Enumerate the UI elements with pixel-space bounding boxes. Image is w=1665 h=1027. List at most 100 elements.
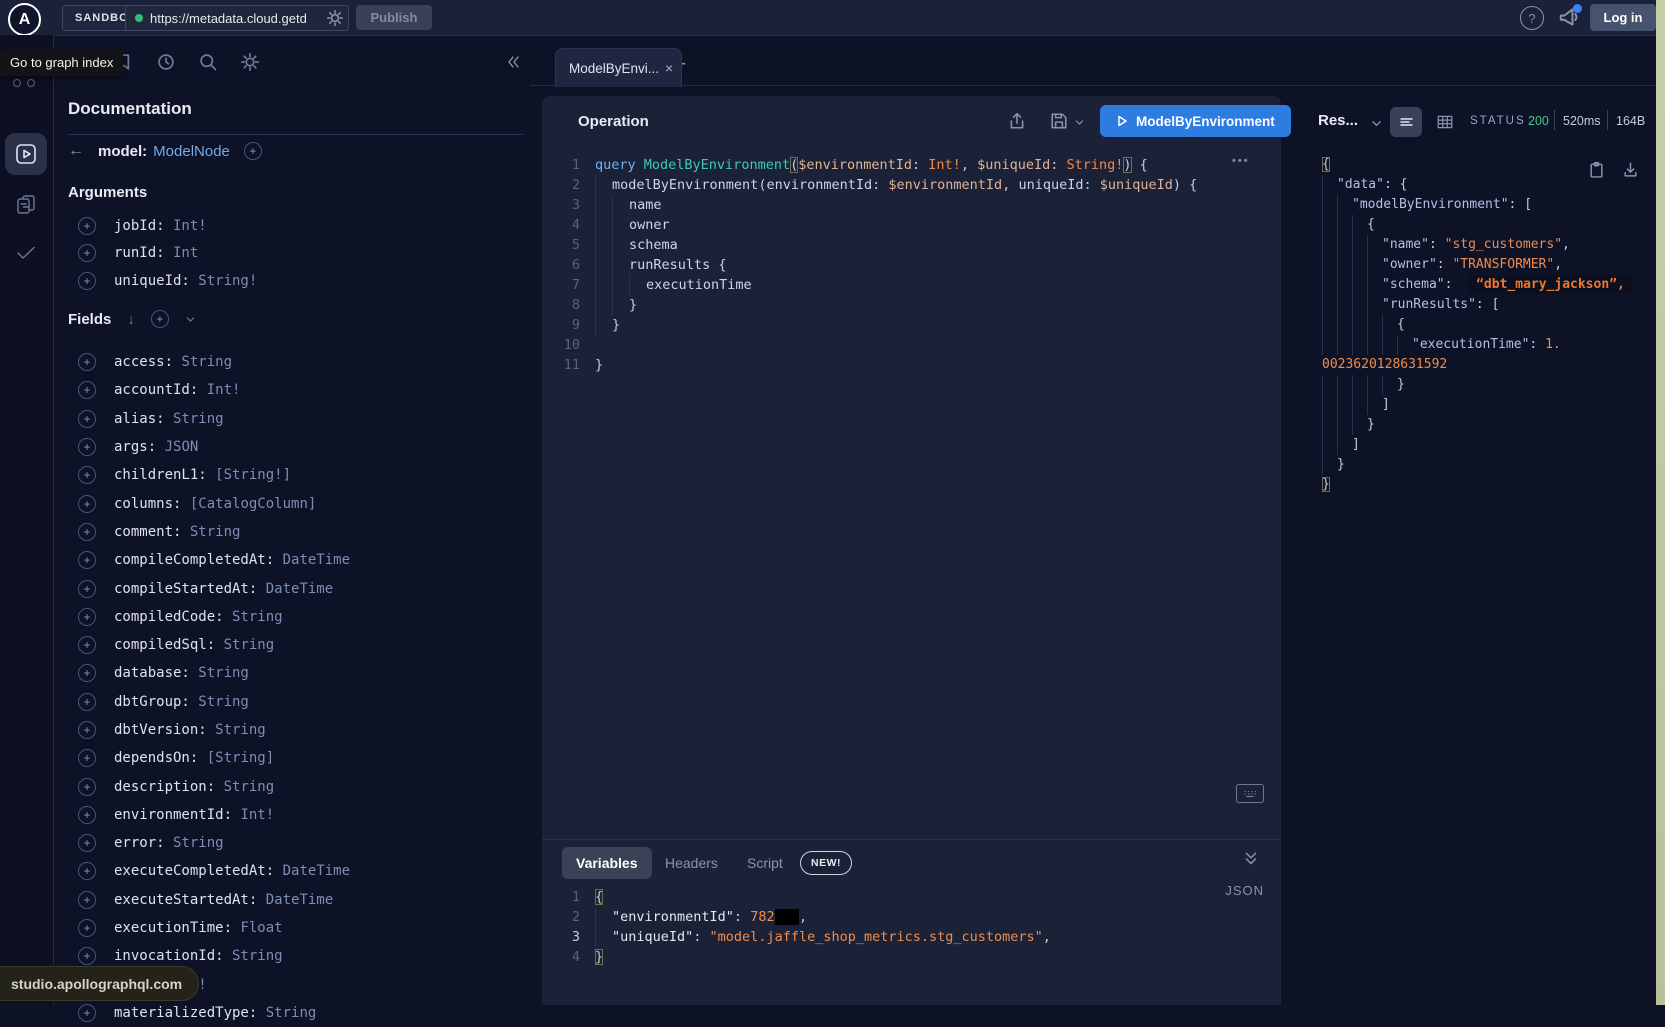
- save-icon[interactable]: [1050, 112, 1068, 130]
- field-type: String: [215, 779, 274, 795]
- add-field-button[interactable]: +: [78, 438, 96, 456]
- close-tab-icon[interactable]: ×: [665, 60, 673, 76]
- add-field-button[interactable]: +: [78, 919, 96, 937]
- field-row-database[interactable]: +database: String: [68, 659, 528, 687]
- add-field-button[interactable]: +: [78, 217, 96, 235]
- help-icon[interactable]: ?: [1520, 6, 1544, 30]
- announcements-icon[interactable]: [1558, 6, 1580, 28]
- add-field-button[interactable]: +: [78, 834, 96, 852]
- add-field-button[interactable]: +: [78, 551, 96, 569]
- model-type-link[interactable]: ModelNode: [153, 143, 230, 160]
- add-field-button[interactable]: +: [78, 778, 96, 796]
- code-line: 1query ModelByEnvironment($environmentId…: [552, 155, 1197, 175]
- model-label: model:: [98, 143, 147, 160]
- add-field-button[interactable]: +: [78, 636, 96, 654]
- add-field-button[interactable]: +: [78, 1004, 96, 1022]
- add-model-button[interactable]: +: [244, 142, 262, 160]
- field-name: jobId:: [114, 218, 165, 234]
- apollo-logo[interactable]: A: [8, 3, 41, 36]
- operation-menu-dots[interactable]: •••: [1232, 155, 1250, 167]
- field-row-columns[interactable]: +columns: [CatalogColumn]: [68, 489, 528, 517]
- argument-row-jobId[interactable]: +jobId: Int!: [68, 212, 528, 240]
- field-row-executionTime[interactable]: +executionTime: Float: [68, 914, 528, 942]
- line-number: 5: [552, 235, 580, 255]
- add-field-button[interactable]: +: [78, 353, 96, 371]
- sort-fields-icon[interactable]: ↓: [127, 311, 135, 328]
- response-dropdown-chevron-icon[interactable]: [1370, 117, 1383, 130]
- field-row-compiledSql[interactable]: +compiledSql: String: [68, 631, 528, 659]
- field-row-executeStartedAt[interactable]: +executeStartedAt: DateTime: [68, 886, 528, 914]
- field-row-comment[interactable]: +comment: String: [68, 518, 528, 546]
- add-field-button[interactable]: +: [78, 862, 96, 880]
- code-token: $uniqueId: [1100, 177, 1173, 193]
- code-token: "schema": [1382, 277, 1445, 292]
- field-row-compiledCode[interactable]: +compiledCode: String: [68, 603, 528, 631]
- checks-icon[interactable]: [15, 241, 37, 263]
- tab-script[interactable]: Script: [747, 855, 783, 871]
- field-row-accountId[interactable]: +accountId: Int!: [68, 376, 528, 404]
- variables-editor[interactable]: 1{2"environmentId": 782 ,3"uniqueId": "m…: [552, 887, 1051, 967]
- field-row-dependsOn[interactable]: +dependsOn: [String]: [68, 744, 528, 772]
- field-row-description[interactable]: +description: String: [68, 772, 528, 800]
- field-row-environmentId[interactable]: +environmentId: Int!: [68, 801, 528, 829]
- tab-headers[interactable]: Headers: [665, 855, 718, 871]
- add-field-button[interactable]: +: [78, 272, 96, 290]
- share-icon[interactable]: [1008, 112, 1026, 130]
- add-field-button[interactable]: +: [78, 410, 96, 428]
- field-row-dbtVersion[interactable]: +dbtVersion: String: [68, 716, 528, 744]
- add-field-button[interactable]: +: [78, 381, 96, 399]
- field-row-compileStartedAt[interactable]: +compileStartedAt: DateTime: [68, 574, 528, 602]
- add-fields-chevron-icon[interactable]: [185, 314, 196, 325]
- response-table-view-toggle[interactable]: [1436, 113, 1454, 131]
- add-field-button[interactable]: +: [78, 806, 96, 824]
- add-field-button[interactable]: +: [78, 608, 96, 626]
- add-all-fields-button[interactable]: +: [151, 310, 169, 328]
- argument-row-uniqueId[interactable]: +uniqueId: String!: [68, 267, 528, 295]
- add-field-button[interactable]: +: [78, 495, 96, 513]
- add-field-button[interactable]: +: [78, 891, 96, 909]
- field-row-access[interactable]: +access: String: [68, 348, 528, 376]
- keyboard-shortcuts-button[interactable]: [1236, 784, 1264, 803]
- field-row-alias[interactable]: +alias: String: [68, 405, 528, 433]
- settings-gear-icon[interactable]: [240, 52, 260, 72]
- history-icon[interactable]: [156, 52, 176, 72]
- field-type: String: [181, 524, 240, 540]
- add-field-button[interactable]: +: [78, 466, 96, 484]
- play-icon: [1116, 115, 1128, 127]
- response-text-view-toggle[interactable]: [1390, 107, 1422, 137]
- indent-guide: [1337, 395, 1352, 415]
- add-field-button[interactable]: +: [78, 244, 96, 262]
- field-row-error[interactable]: +error: String: [68, 829, 528, 857]
- field-row-compileCompletedAt[interactable]: +compileCompletedAt: DateTime: [68, 546, 528, 574]
- field-row-childrenL1[interactable]: +childrenL1: [String!]: [68, 461, 528, 489]
- argument-row-runId[interactable]: +runId: Int: [68, 240, 528, 268]
- field-row-args[interactable]: +args: JSON: [68, 433, 528, 461]
- operation-editor[interactable]: 1query ModelByEnvironment($environmentId…: [552, 155, 1197, 375]
- schema-icon[interactable]: [15, 157, 37, 179]
- add-field-button[interactable]: +: [78, 580, 96, 598]
- back-arrow-icon[interactable]: ←: [68, 142, 84, 160]
- collapse-variables-icon[interactable]: [1243, 850, 1259, 868]
- connection-settings-gear-icon[interactable]: [324, 9, 344, 27]
- add-field-button[interactable]: +: [78, 523, 96, 541]
- search-icon[interactable]: [198, 52, 218, 72]
- tab-modelbyenvironment[interactable]: ModelByEnvi... ×: [555, 48, 682, 87]
- add-field-button[interactable]: +: [78, 721, 96, 739]
- run-operation-button[interactable]: ModelByEnvironment: [1100, 105, 1291, 137]
- field-row-dbtGroup[interactable]: +dbtGroup: String: [68, 688, 528, 716]
- field-type: String: [173, 354, 232, 370]
- tab-variables[interactable]: Variables: [562, 847, 652, 879]
- add-field-button[interactable]: +: [78, 693, 96, 711]
- endpoint-url-input[interactable]: https://metadata.cloud.getd: [125, 5, 349, 31]
- field-row-executeCompletedAt[interactable]: +executeCompletedAt: DateTime: [68, 857, 528, 885]
- login-button[interactable]: Log in: [1590, 4, 1656, 31]
- field-row-materializedType[interactable]: +materializedType: String: [68, 999, 528, 1027]
- graph-index-icon[interactable]: [13, 79, 21, 87]
- publish-button[interactable]: Publish: [356, 5, 432, 30]
- add-field-button[interactable]: +: [78, 947, 96, 965]
- add-field-button[interactable]: +: [78, 664, 96, 682]
- add-field-button[interactable]: +: [78, 749, 96, 767]
- response-viewer[interactable]: {"data": {"modelByEnvironment": [{"name"…: [1322, 155, 1633, 495]
- collapse-sidebar-icon[interactable]: [505, 54, 521, 70]
- save-dropdown-chevron-icon[interactable]: [1074, 117, 1085, 128]
